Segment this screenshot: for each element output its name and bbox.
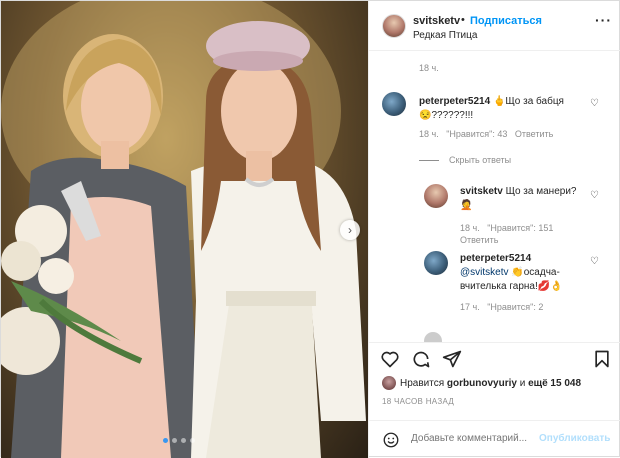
- comment-username[interactable]: peterpeter5214: [419, 96, 490, 107]
- author-username[interactable]: svitsketv: [413, 15, 460, 27]
- reply-avatar[interactable]: [424, 332, 442, 342]
- carousel-dot: [163, 438, 168, 443]
- reply-avatar[interactable]: [424, 184, 448, 208]
- post-side-panel: svitsketv • Подписаться Редкая Птица ···…: [368, 1, 620, 458]
- share-icon[interactable]: [442, 349, 462, 369]
- hide-replies-line: [419, 160, 439, 161]
- add-comment-bar: Опубликовать: [369, 420, 620, 458]
- post-header: svitsketv • Подписаться Редкая Птица ···: [369, 1, 620, 51]
- reply-username[interactable]: svitsketv: [460, 186, 503, 197]
- reply-mention[interactable]: @svitsketv: [460, 267, 509, 278]
- comment-time: 18 ч.: [419, 129, 439, 139]
- commenter-avatar[interactable]: [382, 92, 406, 116]
- comment-meta: 18 ч. "Нравится": 43 Ответить: [419, 129, 553, 139]
- reply-button[interactable]: Ответить: [515, 129, 553, 139]
- header-separator: •: [461, 14, 465, 26]
- more-options-icon[interactable]: ···: [595, 12, 612, 28]
- emoji-icon[interactable]: [382, 431, 400, 449]
- author-avatar[interactable]: [382, 14, 406, 38]
- heart-icon[interactable]: [380, 349, 400, 369]
- author-location[interactable]: Редкая Птица: [413, 30, 477, 41]
- reply-meta: 18 ч. "Нравится": 151 Ответить: [460, 222, 590, 246]
- likes-and: и: [519, 377, 526, 389]
- reply-button[interactable]: Ответить: [460, 235, 498, 245]
- post-timestamp[interactable]: 18 ЧАСОВ НАЗАД: [382, 397, 454, 406]
- instagram-post: › svitsketv • Подписаться Редкая Птица ·…: [0, 0, 620, 458]
- likes-prefix: Нравится: [400, 377, 445, 389]
- liker-avatar[interactable]: [382, 376, 396, 390]
- carousel-dot: [172, 438, 177, 443]
- reply-body: svitsketv Що за манери?🤦: [460, 185, 585, 213]
- comment-likes[interactable]: "Нравится": 43: [446, 129, 507, 139]
- comments-list[interactable]: 18 ч. peterpeter5214 🖕Що за бабця 😒?????…: [369, 52, 620, 342]
- carousel-dot: [181, 438, 186, 443]
- carousel-dot: [190, 438, 195, 443]
- follow-button[interactable]: Подписаться: [470, 15, 542, 27]
- post-actions: [369, 342, 620, 372]
- likes-count[interactable]: ещё 15 048: [528, 378, 581, 389]
- reply-avatar[interactable]: [424, 251, 448, 275]
- caption-timestamp: 18 ч.: [419, 63, 439, 73]
- reply-time: 17 ч.: [460, 302, 480, 312]
- comment-body: peterpeter5214 🖕Що за бабця 😒??????!!!: [419, 95, 589, 123]
- publish-button[interactable]: Опубликовать: [539, 433, 610, 444]
- chevron-right-icon: ›: [348, 223, 352, 237]
- post-photo[interactable]: ›: [1, 1, 368, 458]
- hide-replies-button[interactable]: Скрыть ответы: [449, 155, 511, 165]
- liker-username[interactable]: gorbunovyuriy: [447, 378, 517, 389]
- comment-like-heart-icon[interactable]: ♡: [590, 98, 599, 109]
- reply-username[interactable]: peterpeter5214: [460, 253, 531, 264]
- bookmark-icon[interactable]: [592, 349, 612, 369]
- photo-illustration: [1, 1, 366, 458]
- reply-likes[interactable]: "Нравится": 151: [487, 223, 553, 233]
- reply-like-heart-icon[interactable]: ♡: [590, 256, 599, 267]
- likes-summary: Нравится gorbunovyuriy и ещё 15 048: [382, 376, 581, 390]
- carousel-dots: [163, 438, 195, 443]
- next-photo-button[interactable]: ›: [340, 220, 360, 240]
- reply-like-heart-icon[interactable]: ♡: [590, 190, 599, 201]
- reply-meta: 17 ч. "Нравится": 2: [460, 302, 543, 312]
- reply-likes[interactable]: "Нравится": 2: [487, 302, 543, 312]
- reply-time: 18 ч.: [460, 223, 480, 233]
- reply-body: peterpeter5214 @svitsketv 👏осадча-вчител…: [460, 252, 585, 294]
- comment-icon[interactable]: [411, 349, 431, 369]
